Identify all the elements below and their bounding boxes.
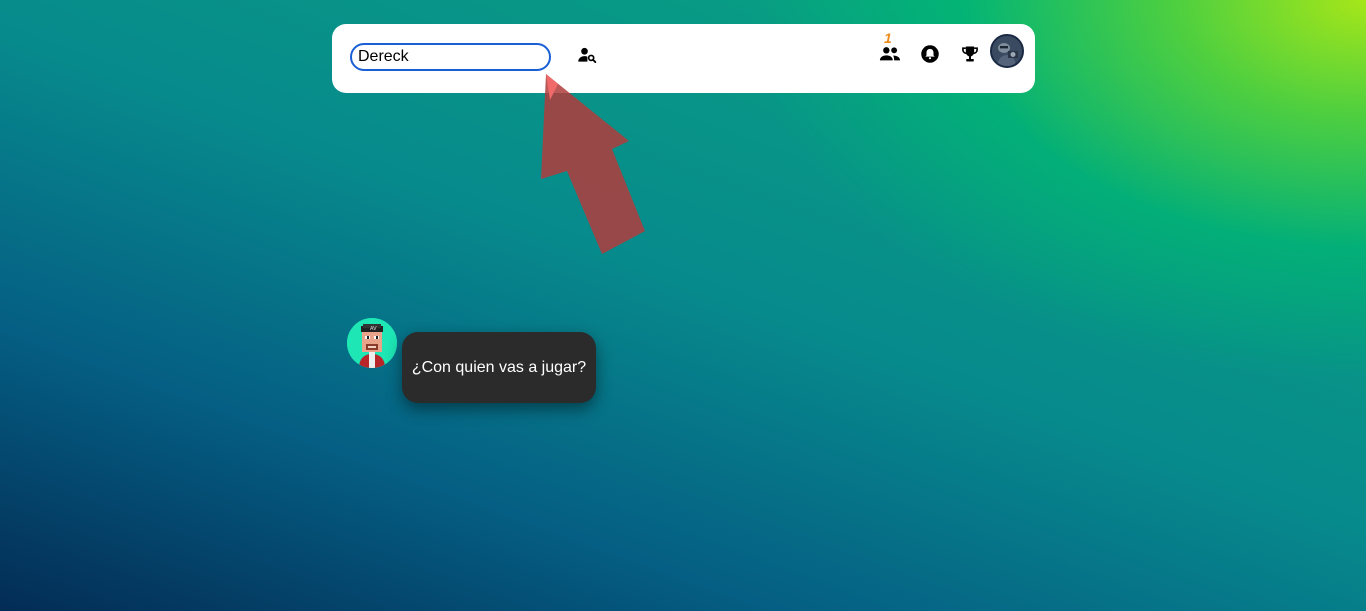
search-input[interactable] (350, 43, 551, 71)
trophy-icon (960, 44, 980, 64)
friends-button[interactable] (877, 41, 903, 67)
notifications-button[interactable] (917, 41, 943, 67)
ape-avatar: AV (347, 318, 397, 368)
people-icon (879, 43, 901, 65)
pointer-arrow (541, 74, 645, 254)
bell-icon (920, 44, 940, 64)
top-bar: 1 (332, 24, 1035, 93)
search-user-button[interactable] (574, 42, 600, 68)
chat-bubble: ¿Con quien vas a jugar? (402, 332, 596, 403)
svg-text:AV: AV (370, 326, 377, 332)
chat-message: ¿Con quien vas a jugar? (411, 358, 587, 376)
trophies-button[interactable] (957, 41, 983, 67)
person-search-icon (577, 45, 597, 65)
user-avatar[interactable] (990, 34, 1024, 68)
